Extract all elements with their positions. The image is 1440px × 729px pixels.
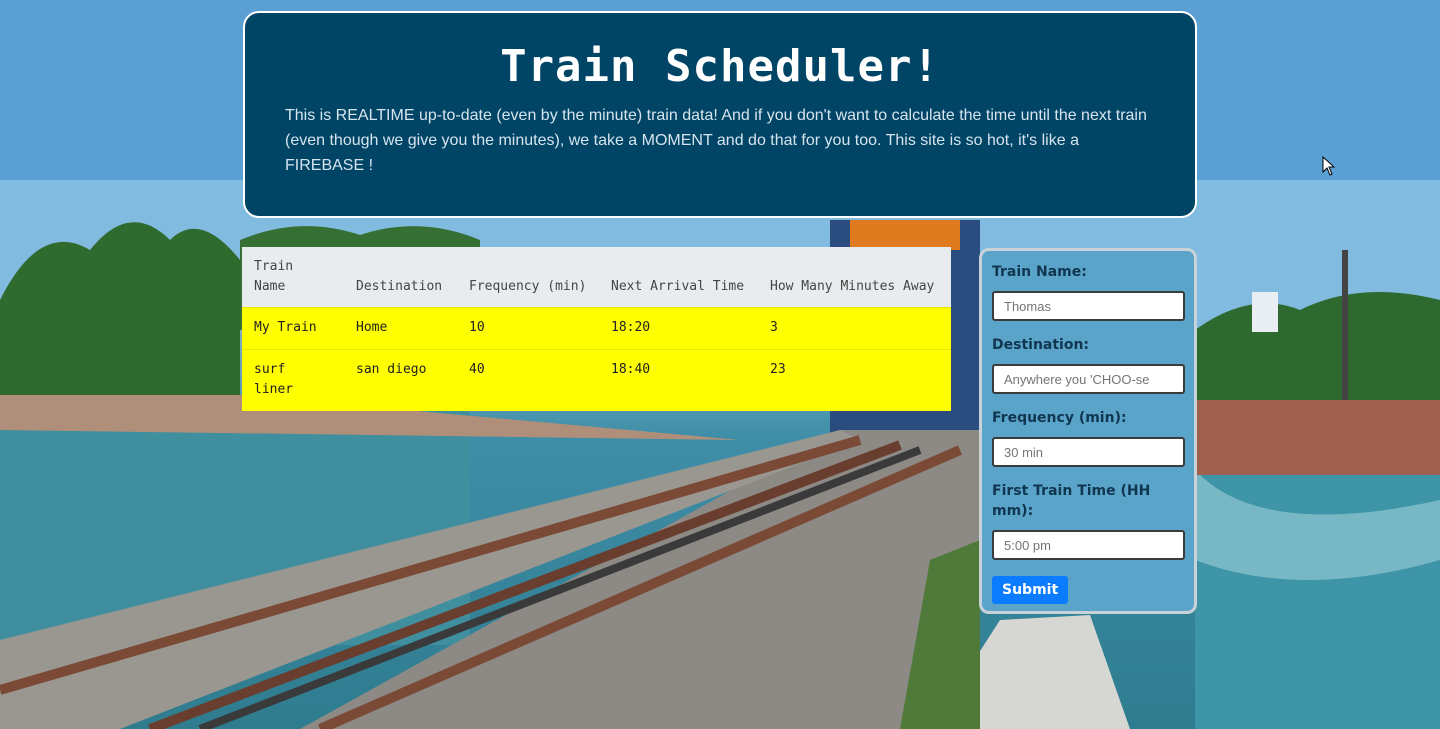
frequency-label: Frequency (min):	[992, 410, 1127, 426]
page-title: Train Scheduler!	[500, 41, 940, 92]
column-header-destination: Destination	[344, 247, 457, 308]
cell-next-arrival: 18:20	[599, 307, 758, 350]
first-train-time-input[interactable]	[992, 530, 1185, 560]
table-header-row: Train Name Destination Frequency (min) N…	[242, 247, 951, 308]
column-header-next-arrival: Next Arrival Time	[599, 247, 758, 308]
cell-train-name: surf liner	[242, 349, 344, 411]
cell-destination: san diego	[344, 349, 457, 411]
train-name-input[interactable]	[992, 291, 1185, 321]
cell-next-arrival: 18:40	[599, 349, 758, 411]
add-train-form: Train Name: Destination: Frequency (min)…	[979, 248, 1197, 614]
header-panel: Train Scheduler! This is REALTIME up-to-…	[243, 11, 1197, 218]
destination-label: Destination:	[992, 337, 1090, 353]
table-row: My Train Home 10 18:20 3	[242, 307, 951, 350]
cell-minutes-away: 23	[758, 349, 951, 411]
cell-train-name: My Train	[242, 307, 344, 350]
frequency-input[interactable]	[992, 437, 1185, 467]
cell-frequency: 40	[457, 349, 599, 411]
train-name-label: Train Name:	[992, 264, 1087, 280]
cell-frequency: 10	[457, 307, 599, 350]
first-train-time-label: First Train Time (HH mm):	[992, 483, 1151, 519]
table-row: surf liner san diego 40 18:40 23	[242, 349, 951, 411]
intro-text: This is REALTIME up-to-date (even by the…	[285, 107, 1147, 174]
destination-input[interactable]	[992, 364, 1185, 394]
mouse-pointer-icon	[1322, 155, 1336, 180]
column-header-minutes-away: How Many Minutes Away	[758, 247, 951, 308]
submit-button[interactable]: Submit	[992, 576, 1069, 604]
column-header-frequency: Frequency (min)	[457, 247, 599, 308]
cell-minutes-away: 3	[758, 307, 951, 350]
schedule-table: Train Name Destination Frequency (min) N…	[242, 247, 951, 411]
cell-destination: Home	[344, 307, 457, 350]
column-header-train-name: Train Name	[242, 247, 344, 308]
schedule-table-container: Train Name Destination Frequency (min) N…	[242, 247, 951, 411]
